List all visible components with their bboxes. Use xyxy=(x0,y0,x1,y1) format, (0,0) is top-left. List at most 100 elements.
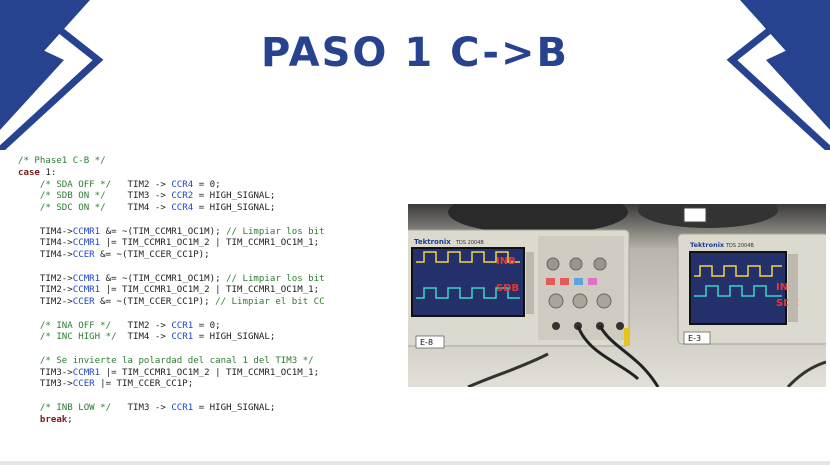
code-token: CCR1 xyxy=(171,402,194,413)
left-scope-sticker-text: E-8 xyxy=(420,338,433,347)
left-scope-side-buttons xyxy=(526,252,534,314)
qr-code xyxy=(683,207,707,223)
code-token: TIM2-> xyxy=(18,273,73,284)
right-scope-model: TDS 2004B xyxy=(725,243,754,249)
code-token: // Limpiar el bit CC xyxy=(215,297,325,307)
left-scope-label-top: INB xyxy=(496,256,516,267)
code-token: &= ~(TIM_CCER_CC1P); xyxy=(94,250,210,260)
code-token: TIM2-> xyxy=(18,297,73,307)
code-token: /* Se invierte la polardad del canal 1 d… xyxy=(39,355,314,366)
code-token: TIM3 -> xyxy=(111,402,172,413)
code-line: TIM4->CCER &= ~(TIM_CCER_CC1P); xyxy=(18,250,408,262)
code-line: break; xyxy=(18,415,408,427)
code-token: TIM3 -> xyxy=(105,191,172,202)
code-token: = HIGH_SIGNAL; xyxy=(193,191,276,202)
code-token: = HIGH_SIGNAL; xyxy=(193,203,276,213)
code-token: CCR2 xyxy=(171,191,194,202)
button-red-icon xyxy=(560,278,569,285)
code-line: /* Se invierte la polardad del canal 1 d… xyxy=(18,356,408,368)
right-scope-brand: Tektronix xyxy=(690,241,725,249)
knob-icon xyxy=(569,257,583,271)
code-token: &= ~(TIM_CCMR1_OC1M); xyxy=(100,273,227,284)
code-token: TIM3-> xyxy=(18,367,73,378)
oscilloscope-photo-drawing: Tektronix TDS 2004B INB SDB E-8 Tektroni… xyxy=(408,204,826,387)
code-line: TIM3->CCER |= TIM_CCER_CC1P; xyxy=(18,379,408,391)
code-line: TIM3->CCMR1 |= TIM_CCMR1_OC1M_2 | TIM_CC… xyxy=(18,368,408,380)
code-token: CCER xyxy=(72,250,95,260)
code-line: TIM2->CCER &= ~(TIM_CCER_CC1P); // Limpi… xyxy=(18,297,408,309)
code-token: /* SDB ON */ xyxy=(39,191,106,202)
button-red-icon xyxy=(546,278,555,285)
code-token: |= TIM_CCMR1_OC1M_2 | TIM_CCMR1_OC1M_1; xyxy=(100,285,320,296)
code-token: ; xyxy=(67,414,73,425)
code-token: CCMR1 xyxy=(72,367,101,378)
code-token: TIM4 -> xyxy=(116,332,172,343)
code-token: TIM2-> xyxy=(18,285,73,296)
code-token: CCMR1 xyxy=(72,238,101,249)
code-token: CCR4 xyxy=(171,179,194,190)
code-token: /* SDC ON */ xyxy=(39,203,106,213)
code-token: TIM4 -> xyxy=(105,203,172,213)
code-line: /* SDB ON */ TIM3 -> CCR2 = HIGH_SIGNAL; xyxy=(18,191,408,203)
code-token: = 0; xyxy=(193,320,221,331)
code-token: = HIGH_SIGNAL; xyxy=(193,402,276,413)
code-token: CCR4 xyxy=(171,203,194,213)
code-token: = HIGH_SIGNAL; xyxy=(193,332,276,343)
code-token: |= TIM_CCMR1_OC1M_2 | TIM_CCMR1_OC1M_1; xyxy=(100,367,320,378)
code-line: /* INB LOW */ TIM3 -> CCR1 = HIGH_SIGNAL… xyxy=(18,403,408,415)
code-token: |= TIM_CCER_CC1P; xyxy=(94,379,194,390)
code-token: /* INC HIGH */ xyxy=(39,332,117,343)
code-token: TIM4-> xyxy=(18,226,73,237)
right-scope-screen xyxy=(689,251,787,325)
code-token: /* INB LOW */ xyxy=(39,402,112,413)
code-token: TIM4-> xyxy=(18,238,73,249)
code-token: TIM4-> xyxy=(18,250,73,260)
left-scope-model: TDS 2004B xyxy=(455,240,484,246)
code-token: TIM3-> xyxy=(18,379,73,390)
code-token: 1: xyxy=(39,167,57,178)
button-blue-icon xyxy=(574,278,583,285)
code-token: CCMR1 xyxy=(72,226,101,237)
button-pink-icon xyxy=(588,278,597,285)
left-scope-brand: Tektronix xyxy=(414,238,451,246)
bnc-connector-icon xyxy=(616,322,624,330)
right-scope-sticker-text: E-3 xyxy=(688,334,701,343)
code-line: TIM2->CCMR1 |= TIM_CCMR1_OC1M_2 | TIM_CC… xyxy=(18,285,408,297)
code-token: CCER xyxy=(72,297,95,307)
code-token: &= ~(TIM_CCER_CC1P); xyxy=(94,297,216,307)
slide: PASO 1 C->B /* Phase1 C-B */case 1: /* S… xyxy=(0,0,830,465)
code-line: TIM4->CCMR1 |= TIM_CCMR1_OC1M_2 | TIM_CC… xyxy=(18,238,408,250)
code-token: /* INA OFF */ xyxy=(39,320,112,331)
code-token: = 0; xyxy=(193,179,221,190)
knob-icon xyxy=(546,257,560,271)
code-line: /* SDA OFF */ TIM2 -> CCR4 = 0; xyxy=(18,180,408,192)
code-line: TIM4->CCMR1 &= ~(TIM_CCMR1_OC1M); // Lim… xyxy=(18,227,408,239)
code-token: &= ~(TIM_CCMR1_OC1M); xyxy=(100,226,227,237)
bottom-bar xyxy=(0,461,830,465)
code-token: // Limpiar los bit xyxy=(226,226,325,237)
code-token: TIM2 -> xyxy=(111,179,172,190)
code-line: /* INA OFF */ TIM2 -> CCR1 = 0; xyxy=(18,321,408,333)
code-token: CCR1 xyxy=(171,320,194,331)
code-line: /* Phase1 C-B */ xyxy=(18,156,408,168)
code-token: |= TIM_CCMR1_OC1M_2 | TIM_CCMR1_OC1M_1; xyxy=(100,238,320,249)
probe-tip-icon xyxy=(624,328,630,346)
left-oscilloscope: Tektronix TDS 2004B INB SDB E-8 xyxy=(408,229,630,349)
knob-icon xyxy=(572,293,588,309)
left-scope-label-bottom: SDB xyxy=(496,283,519,294)
knob-icon xyxy=(593,257,607,271)
right-scope-side-buttons xyxy=(788,254,798,322)
code-line: case 1: xyxy=(18,168,408,180)
